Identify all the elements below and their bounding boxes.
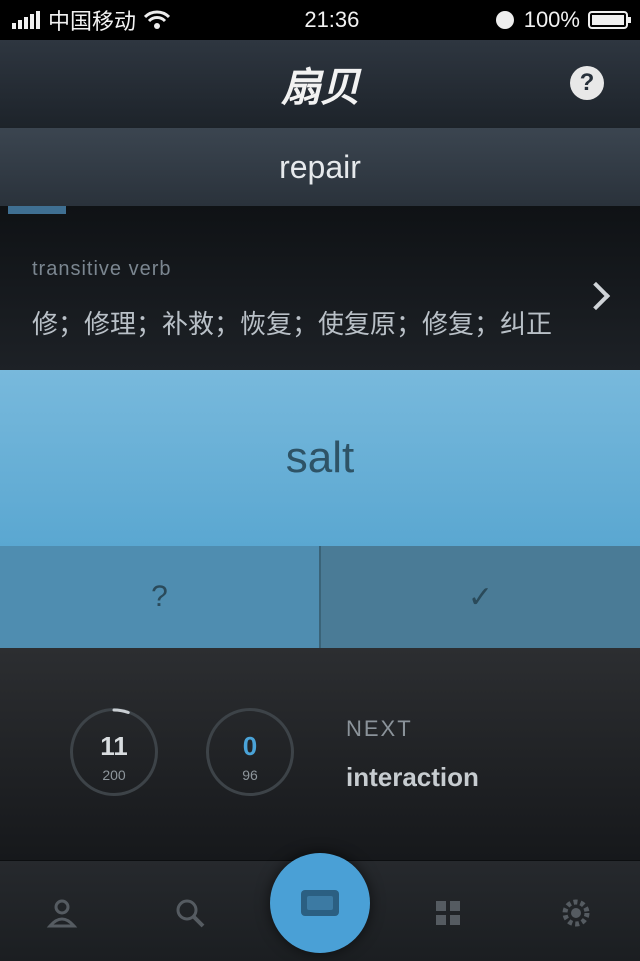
part-of-speech: transitive verb <box>32 258 172 280</box>
word-card[interactable]: salt <box>0 370 640 546</box>
app-logo: 扇贝 <box>281 66 360 110</box>
battery-icon <box>587 11 631 29</box>
question-icon: ? <box>151 580 168 613</box>
search-icon <box>176 899 205 928</box>
carrier-label: 中国移动 <box>48 9 137 34</box>
help-icon[interactable]: ? <box>570 66 604 100</box>
review-words-total: 96 <box>242 767 258 783</box>
review-words-ring: 0 96 <box>206 708 294 796</box>
check-icon: ✓ <box>467 580 494 614</box>
tab-profile[interactable] <box>34 885 90 941</box>
definition-text: 修；修理；补救；恢复；使复原；修复；纠正 <box>32 309 553 339</box>
definition-panel[interactable]: transitive verb 修；修理；补救；恢复；使复原；修复；纠正 <box>0 206 640 370</box>
tab-search[interactable] <box>162 885 218 941</box>
progress-panel: 11 200 0 96 NEXT interaction <box>0 648 640 860</box>
tab-study[interactable] <box>270 853 370 953</box>
status-bar: 中国移动 21:36 100% <box>0 0 640 40</box>
page-indicator <box>8 206 66 214</box>
battery-percent: 100% <box>523 7 580 32</box>
tab-bar <box>0 853 640 961</box>
previous-word: repair <box>279 148 361 185</box>
tab-settings[interactable] <box>548 885 604 941</box>
chevron-right-icon[interactable] <box>581 281 611 311</box>
clock: 21:36 <box>304 7 360 32</box>
review-words-count: 0 <box>242 731 258 761</box>
next-label: NEXT <box>346 716 413 741</box>
tab-groups[interactable] <box>420 885 476 941</box>
app-header: 扇贝 ? <box>0 40 640 129</box>
user-icon <box>46 899 78 928</box>
signal-icon <box>12 11 40 29</box>
new-words-count: 11 <box>100 731 128 761</box>
new-words-ring: 11 200 <box>70 708 158 796</box>
card-word: salt <box>285 433 355 482</box>
gear-icon <box>562 899 590 927</box>
new-words-total: 200 <box>102 767 126 783</box>
answer-buttons: ? ✓ <box>0 546 640 648</box>
grid-icon <box>436 901 460 925</box>
cards-icon <box>301 890 339 916</box>
unknown-button[interactable]: ? <box>0 546 319 648</box>
lock-rotation-icon <box>495 11 514 29</box>
wifi-icon <box>144 10 171 29</box>
next-word: interaction <box>346 762 479 792</box>
known-button[interactable]: ✓ <box>319 546 640 648</box>
previous-word-bar[interactable]: repair <box>0 128 640 207</box>
